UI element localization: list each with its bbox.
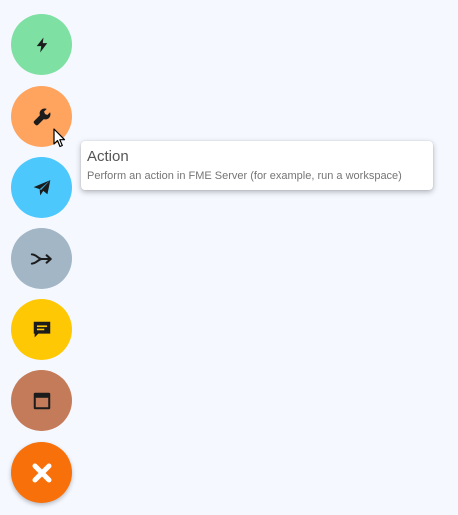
action-button[interactable] bbox=[11, 86, 72, 147]
close-button[interactable] bbox=[11, 442, 72, 503]
action-tooltip: Action Perform an action in FME Server (… bbox=[81, 141, 433, 190]
message-button[interactable] bbox=[11, 299, 72, 360]
send-button[interactable] bbox=[11, 157, 72, 218]
wrench-icon bbox=[29, 104, 55, 130]
trigger-button[interactable] bbox=[11, 14, 72, 75]
paper-plane-icon bbox=[29, 175, 55, 201]
lightning-bolt-icon bbox=[29, 32, 55, 58]
tooltip-description: Perform an action in FME Server (for exa… bbox=[87, 170, 402, 182]
window-icon bbox=[29, 388, 55, 414]
merge-button[interactable] bbox=[11, 228, 72, 289]
tooltip-title: Action bbox=[87, 148, 129, 165]
close-icon bbox=[29, 460, 55, 486]
window-button[interactable] bbox=[11, 370, 72, 431]
merge-arrow-icon bbox=[29, 246, 55, 272]
message-icon bbox=[29, 317, 55, 343]
